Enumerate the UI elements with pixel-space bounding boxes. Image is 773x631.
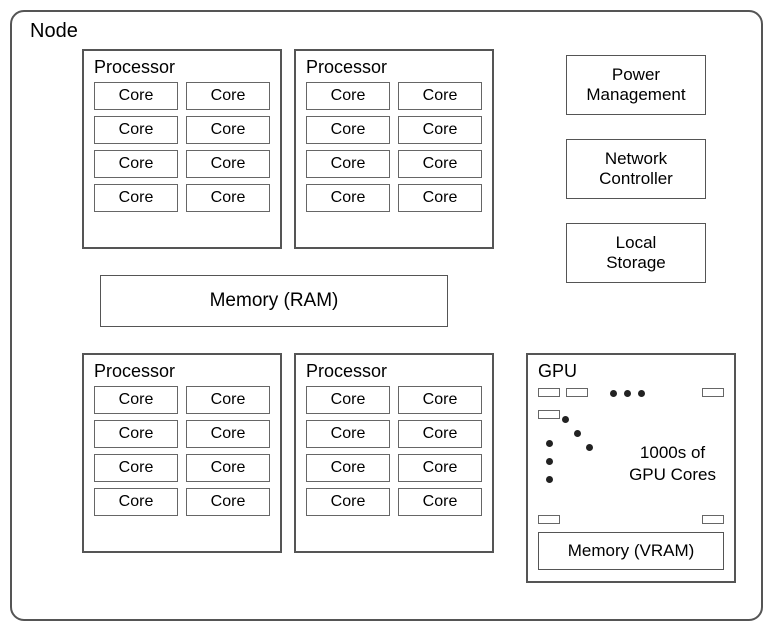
core: Core <box>398 116 482 144</box>
processor-1: Processor Core Core Core Core Core Core … <box>82 49 282 249</box>
core: Core <box>398 184 482 212</box>
core: Core <box>398 454 482 482</box>
core: Core <box>306 488 390 516</box>
core: Core <box>186 150 270 178</box>
core: Core <box>94 420 178 448</box>
core: Core <box>186 488 270 516</box>
core: Core <box>398 150 482 178</box>
gpu-core-icon <box>702 388 724 397</box>
processor-label: Processor <box>306 57 482 78</box>
gpu-caption: 1000s of GPU Cores <box>629 442 716 486</box>
ellipsis-dot-icon <box>574 430 581 437</box>
processor-2: Processor Core Core Core Core Core Core … <box>294 49 494 249</box>
core-grid: Core Core Core Core Core Core Core Core <box>306 82 482 212</box>
core: Core <box>398 82 482 110</box>
network-controller: Network Controller <box>566 139 706 199</box>
processor-label: Processor <box>94 361 270 382</box>
core: Core <box>186 420 270 448</box>
processor-4: Processor Core Core Core Core Core Core … <box>294 353 494 553</box>
gpu-core-icon <box>538 388 560 397</box>
processor-label: Processor <box>306 361 482 382</box>
memory-vram: Memory (VRAM) <box>538 532 724 570</box>
ellipsis-dot-icon <box>546 440 553 447</box>
core: Core <box>94 184 178 212</box>
processor-label: Processor <box>94 57 270 78</box>
gpu-core-icon <box>538 515 560 524</box>
gpu-core-icon <box>566 388 588 397</box>
core: Core <box>94 150 178 178</box>
ellipsis-dot-icon <box>586 444 593 451</box>
ellipsis-dot-icon <box>624 390 631 397</box>
core: Core <box>306 82 390 110</box>
node-content: Processor Core Core Core Core Core Core … <box>26 49 747 609</box>
core-grid: Core Core Core Core Core Core Core Core <box>306 386 482 516</box>
core: Core <box>306 454 390 482</box>
core: Core <box>94 116 178 144</box>
core: Core <box>398 420 482 448</box>
ellipsis-dot-icon <box>638 390 645 397</box>
core: Core <box>186 386 270 414</box>
ellipsis-dot-icon <box>546 476 553 483</box>
gpu-title: GPU <box>538 361 724 382</box>
core-grid: Core Core Core Core Core Core Core Core <box>94 82 270 212</box>
core: Core <box>398 386 482 414</box>
core: Core <box>94 82 178 110</box>
processor-3: Processor Core Core Core Core Core Core … <box>82 353 282 553</box>
ellipsis-dot-icon <box>610 390 617 397</box>
core: Core <box>306 184 390 212</box>
core: Core <box>186 116 270 144</box>
core: Core <box>94 386 178 414</box>
gpu-core-icon <box>702 515 724 524</box>
core: Core <box>186 184 270 212</box>
memory-ram: Memory (RAM) <box>100 275 448 327</box>
core: Core <box>306 116 390 144</box>
ellipsis-dot-icon <box>562 416 569 423</box>
core: Core <box>186 454 270 482</box>
power-management: Power Management <box>566 55 706 115</box>
node-container: Node Processor Core Core Core Core Core … <box>10 10 763 621</box>
core: Core <box>306 386 390 414</box>
node-title: Node <box>30 20 747 43</box>
core: Core <box>186 82 270 110</box>
gpu-body: 1000s of GPU Cores <box>538 386 724 526</box>
local-storage: Local Storage <box>566 223 706 283</box>
core: Core <box>94 454 178 482</box>
ellipsis-dot-icon <box>546 458 553 465</box>
gpu-core-icon <box>538 410 560 419</box>
core-grid: Core Core Core Core Core Core Core Core <box>94 386 270 516</box>
core: Core <box>398 488 482 516</box>
core: Core <box>306 420 390 448</box>
gpu: GPU <box>526 353 736 583</box>
core: Core <box>94 488 178 516</box>
core: Core <box>306 150 390 178</box>
